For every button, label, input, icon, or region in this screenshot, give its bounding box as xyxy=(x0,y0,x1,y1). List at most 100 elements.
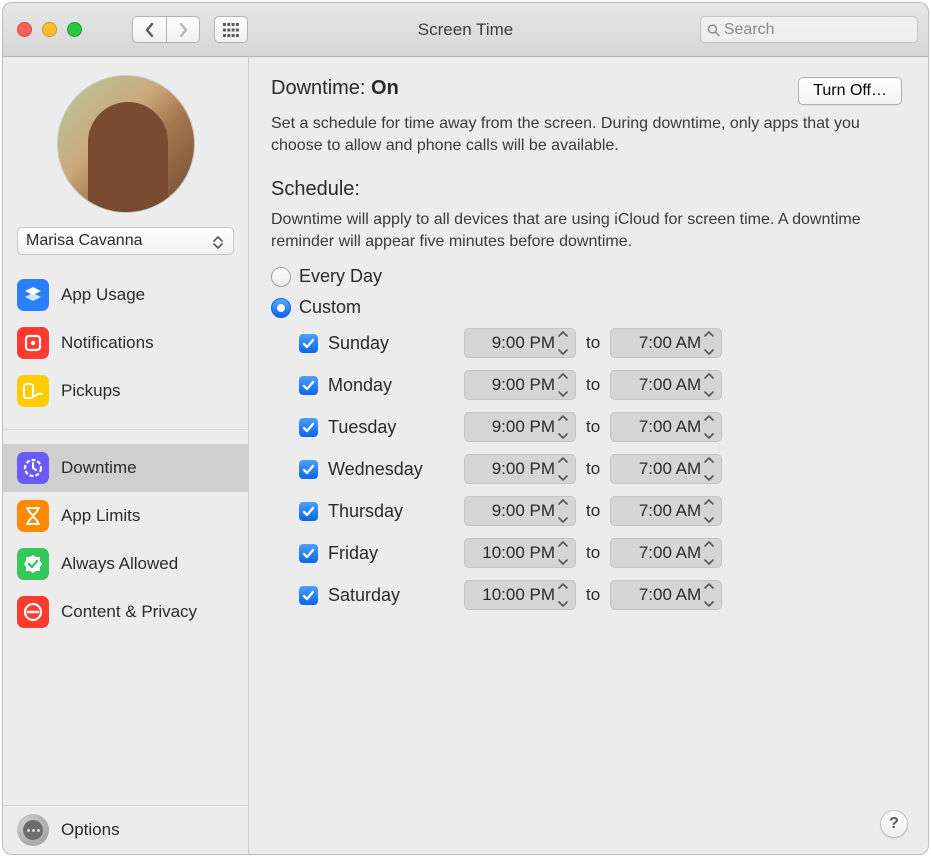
options-button[interactable]: Options xyxy=(3,806,248,854)
to-time-value: 7:00 AM xyxy=(639,459,701,479)
to-time-stepper[interactable]: 7:00 AM xyxy=(610,454,722,484)
forward-button[interactable] xyxy=(166,16,200,43)
downtime-heading: Downtime: On xyxy=(271,77,399,100)
to-time-stepper[interactable]: 7:00 AM xyxy=(610,328,722,358)
checkmark-icon xyxy=(302,463,315,476)
sidebar-item-always-allowed[interactable]: Always Allowed xyxy=(3,540,248,588)
sidebar-item-content-privacy[interactable]: Content & Privacy xyxy=(3,588,248,636)
schedule-heading: Schedule: xyxy=(271,178,902,201)
body: Marisa Cavanna App Usage Notifications Pic… xyxy=(3,57,928,854)
to-time-value: 7:00 AM xyxy=(639,333,701,353)
stepper-icon xyxy=(704,499,718,523)
clock-icon xyxy=(17,452,49,484)
day-checkbox[interactable] xyxy=(299,502,318,521)
main-panel: Downtime: On Turn Off… Set a schedule fo… xyxy=(249,57,928,854)
stepper-icon xyxy=(558,541,572,565)
sidebar-item-notifications[interactable]: Notifications xyxy=(3,319,248,367)
options-icon xyxy=(17,814,49,846)
sidebar-item-label: Pickups xyxy=(61,381,121,401)
sidebar-item-label: Downtime xyxy=(61,458,137,478)
radio-every-day-label: Every Day xyxy=(299,266,382,287)
stepper-icon xyxy=(558,373,572,397)
stepper-icon xyxy=(704,331,718,355)
help-button[interactable]: ? xyxy=(880,810,908,838)
day-name: Wednesday xyxy=(328,459,446,480)
day-checkbox[interactable] xyxy=(299,460,318,479)
turn-off-button[interactable]: Turn Off… xyxy=(798,77,902,105)
sidebar-item-app-usage[interactable]: App Usage xyxy=(3,271,248,319)
pickup-icon xyxy=(17,375,49,407)
close-window-button[interactable] xyxy=(17,22,32,37)
radio-custom[interactable]: Custom xyxy=(271,297,902,318)
back-button[interactable] xyxy=(132,16,166,43)
from-time-stepper[interactable]: 9:00 PM xyxy=(464,412,576,442)
radio-custom-control[interactable] xyxy=(271,298,291,318)
stepper-icon xyxy=(704,373,718,397)
from-time-value: 10:00 PM xyxy=(482,543,555,563)
stepper-icon xyxy=(558,457,572,481)
checkmark-icon xyxy=(302,337,315,350)
to-time-stepper[interactable]: 7:00 AM xyxy=(610,370,722,400)
radio-custom-label: Custom xyxy=(299,297,361,318)
to-time-stepper[interactable]: 7:00 AM xyxy=(610,538,722,568)
downtime-description: Set a schedule for time away from the sc… xyxy=(271,113,902,156)
day-name: Monday xyxy=(328,375,446,396)
day-checkbox[interactable] xyxy=(299,586,318,605)
day-checkbox[interactable] xyxy=(299,376,318,395)
zoom-window-button[interactable] xyxy=(67,22,82,37)
check-badge-icon xyxy=(17,548,49,580)
updown-chevron-icon xyxy=(209,232,227,252)
from-time-value: 9:00 PM xyxy=(492,375,555,395)
sidebar-item-app-limits[interactable]: App Limits xyxy=(3,492,248,540)
from-time-stepper[interactable]: 9:00 PM xyxy=(464,370,576,400)
sidebar-item-downtime[interactable]: Downtime xyxy=(3,444,248,492)
to-time-stepper[interactable]: 7:00 AM xyxy=(610,496,722,526)
from-time-stepper[interactable]: 10:00 PM xyxy=(464,538,576,568)
stepper-icon xyxy=(704,457,718,481)
day-checkbox[interactable] xyxy=(299,544,318,563)
search-input[interactable] xyxy=(724,21,911,39)
day-checkbox[interactable] xyxy=(299,418,318,437)
day-row-monday: Monday 9:00 PM to 7:00 AM xyxy=(299,370,902,400)
day-row-sunday: Sunday9:00 PMto7:00 AM xyxy=(299,328,902,358)
to-label: to xyxy=(586,501,600,521)
day-row-friday: Friday10:00 PMto7:00 AM xyxy=(299,538,902,568)
from-time-value: 9:00 PM xyxy=(492,459,555,479)
from-time-stepper[interactable]: 10:00 PM xyxy=(464,580,576,610)
day-row-thursday: Thursday9:00 PMto7:00 AM xyxy=(299,496,902,526)
to-time-stepper[interactable]: 7:00 AM xyxy=(610,412,722,442)
checkmark-icon xyxy=(302,589,315,602)
user-avatar[interactable] xyxy=(57,75,195,213)
window-controls xyxy=(17,22,82,37)
from-time-stepper[interactable]: 9:00 PM xyxy=(464,454,576,484)
user-select[interactable]: Marisa Cavanna xyxy=(17,227,234,255)
sidebar-item-pickups[interactable]: Pickups xyxy=(3,367,248,415)
radio-every-day[interactable]: Every Day xyxy=(271,266,902,287)
grid-icon xyxy=(223,23,239,37)
from-time-value: 9:00 PM xyxy=(492,417,555,437)
stepper-icon xyxy=(704,583,718,607)
nav-buttons xyxy=(132,16,200,43)
to-time-stepper[interactable]: 7:00 AM xyxy=(610,580,722,610)
to-label: to xyxy=(586,333,600,353)
search-field-wrap[interactable] xyxy=(700,16,918,43)
show-all-prefs-button[interactable] xyxy=(214,16,248,43)
sidebar-item-label: App Limits xyxy=(61,506,140,526)
chevron-left-icon xyxy=(145,23,155,37)
from-time-stepper[interactable]: 9:00 PM xyxy=(464,328,576,358)
radio-every-day-control[interactable] xyxy=(271,267,291,287)
day-row-wednesday: Wednesday 9:00 PM to 7:00 AM xyxy=(299,454,902,484)
day-name: Saturday xyxy=(328,585,446,606)
from-time-value: 9:00 PM xyxy=(492,333,555,353)
minimize-window-button[interactable] xyxy=(42,22,57,37)
day-checkbox[interactable] xyxy=(299,334,318,353)
to-label: to xyxy=(586,459,600,479)
schedule-radio-group: Every Day Custom xyxy=(271,266,902,318)
stepper-icon xyxy=(704,541,718,565)
to-label: to xyxy=(586,375,600,395)
from-time-stepper[interactable]: 9:00 PM xyxy=(464,496,576,526)
window: Screen Time Marisa Cavanna App UsageNoti… xyxy=(2,2,929,855)
sidebar-item-label: Notifications xyxy=(61,333,154,353)
sidebar-item-label: Always Allowed xyxy=(61,554,178,574)
stepper-icon xyxy=(704,415,718,439)
